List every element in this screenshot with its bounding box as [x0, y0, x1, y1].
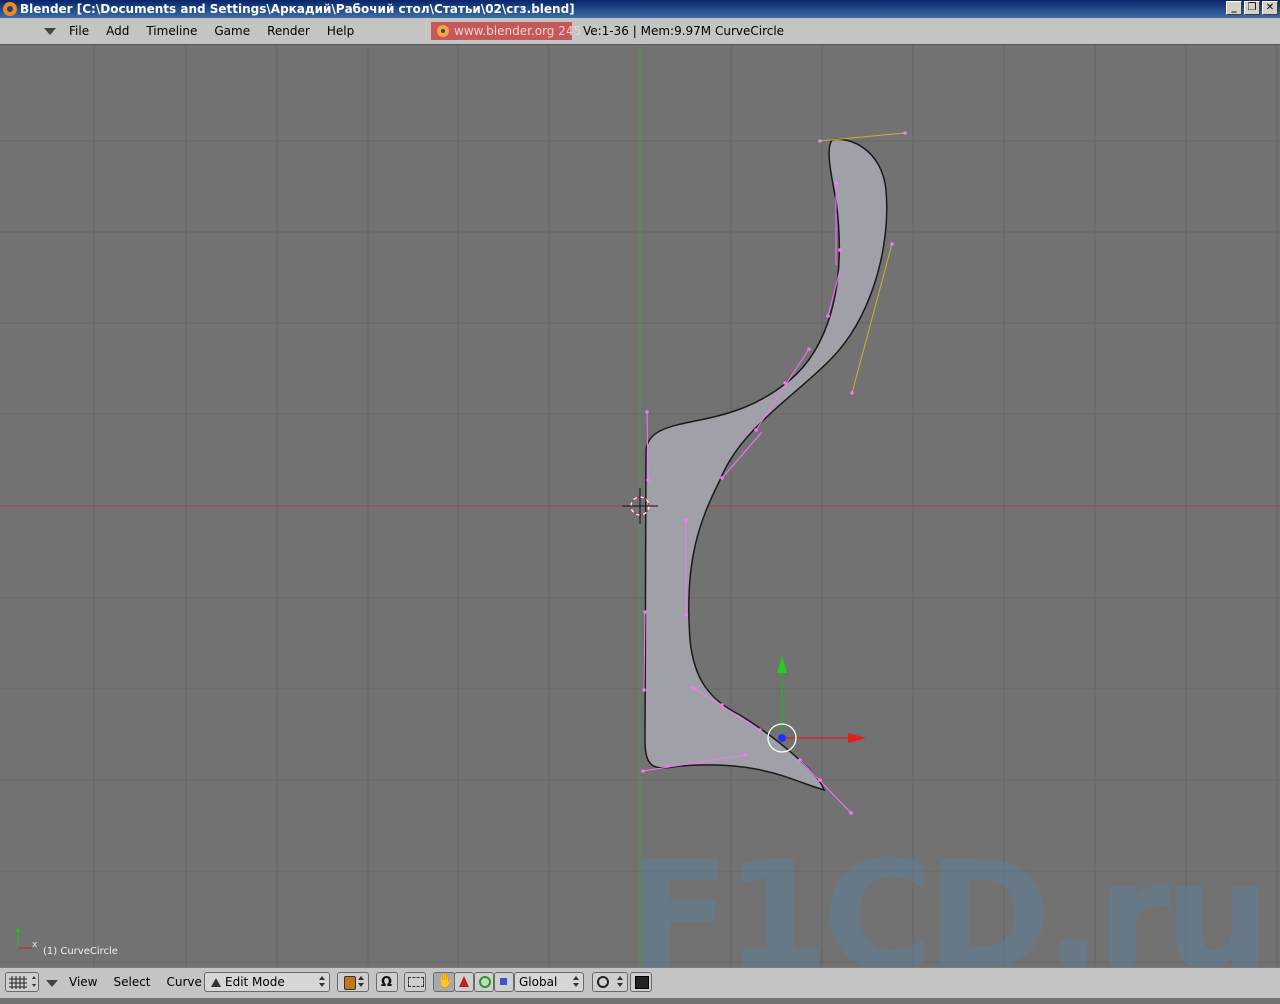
3d-viewport[interactable]: x [0, 45, 1280, 967]
dropdown-arrows-icon [358, 976, 364, 988]
mode-selector[interactable]: Edit Mode [204, 972, 330, 992]
menu-game[interactable]: Game [214, 24, 250, 38]
menu-collapse-icon[interactable] [44, 28, 56, 35]
object-name-label: (1) CurveCircle [43, 946, 118, 957]
rotate-manipulator-button[interactable] [474, 972, 494, 992]
version-badge: www.blender.org 245 [431, 22, 581, 40]
menu-file[interactable]: File [69, 24, 89, 38]
magnet-icon: Ω [381, 975, 393, 990]
edit-mode-icon [211, 978, 221, 987]
viewport-canvas[interactable] [0, 45, 1280, 967]
window-title: Blender [C:\Documents and Settings\Аркад… [20, 2, 575, 16]
blender-logo-icon [437, 25, 449, 37]
translate-icon [459, 976, 469, 987]
scale-icon [500, 978, 507, 985]
editor-type-button[interactable] [5, 972, 39, 992]
pivot-button[interactable]: Ω [376, 972, 398, 992]
orientation-label: Global [519, 975, 558, 989]
mode-label: Edit Mode [225, 975, 285, 989]
render-preview-button[interactable] [630, 972, 652, 992]
proportional-edit-button[interactable] [592, 972, 628, 992]
shading-icon [344, 976, 356, 990]
snap-grid-icon [408, 977, 424, 987]
rotate-icon [479, 976, 491, 988]
render-icon [635, 976, 649, 989]
dropdown-arrows-icon [319, 976, 325, 988]
main-menubar: File Add Timeline Game Render Help www.b… [0, 18, 1280, 45]
scale-manipulator-button[interactable] [494, 972, 514, 992]
window-controls: _ ❐ ✕ [1226, 1, 1278, 15]
window-titlebar: Blender [C:\Documents and Settings\Аркад… [0, 0, 1280, 18]
close-button[interactable]: ✕ [1262, 1, 1278, 15]
menu-add[interactable]: Add [106, 24, 129, 38]
3d-view-header: View Select Curve Edit Mode Ω ✋ Global [0, 967, 1280, 998]
hand-icon: ✋ [437, 973, 455, 989]
draw-type-button[interactable] [337, 972, 369, 992]
header-collapse-icon[interactable] [46, 980, 58, 987]
scene-stats: Ve:1-36 | Mem:9.97M CurveCircle [583, 24, 785, 38]
grid-view-icon [9, 976, 36, 989]
menu-view[interactable]: View [69, 975, 97, 989]
axis-x-label: x [32, 940, 38, 950]
proportional-icon [597, 976, 609, 988]
orientation-selector[interactable]: Global [514, 972, 584, 992]
translate-manipulator-button[interactable] [454, 972, 474, 992]
menu-curve[interactable]: Curve [167, 975, 202, 989]
menu-render[interactable]: Render [267, 24, 310, 38]
manipulator-toggle[interactable]: ✋ [433, 972, 455, 992]
dropdown-arrows-icon [617, 976, 623, 988]
version-text: www.blender.org 245 [454, 24, 582, 38]
dropdown-arrows-icon [573, 976, 579, 988]
menu-help[interactable]: Help [327, 24, 354, 38]
minimize-button[interactable]: _ [1226, 1, 1242, 15]
menu-timeline[interactable]: Timeline [146, 24, 197, 38]
maximize-button[interactable]: ❐ [1244, 1, 1260, 15]
menu-select[interactable]: Select [113, 975, 150, 989]
blender-icon [3, 2, 17, 16]
snap-button[interactable] [404, 972, 426, 992]
